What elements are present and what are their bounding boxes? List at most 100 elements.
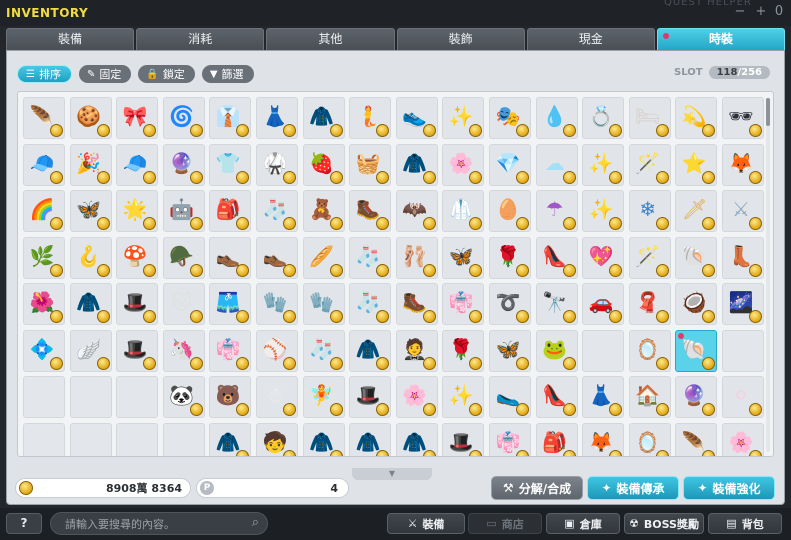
inventory-item-slot[interactable]: 🦊 bbox=[721, 143, 764, 186]
equipment-inherit-button[interactable]: ✦ 裝備傳承 bbox=[587, 476, 679, 500]
inventory-item-slot[interactable]: ✨ bbox=[582, 190, 625, 232]
inventory-item-slot[interactable]: 🍓 bbox=[302, 143, 345, 186]
inventory-item-slot[interactable]: ⭐ bbox=[675, 143, 718, 186]
inventory-item-slot[interactable]: 🧦 bbox=[349, 236, 392, 279]
inventory-item-slot[interactable]: 🪞 bbox=[628, 422, 671, 456]
tab-consume[interactable]: 消耗 bbox=[136, 28, 265, 50]
inventory-item-slot[interactable]: 🧦 bbox=[349, 283, 392, 325]
inventory-item-slot[interactable]: 🧥 bbox=[349, 329, 392, 372]
inventory-item-slot[interactable]: 👢 bbox=[721, 236, 764, 279]
inventory-item-slot[interactable]: 🧥 bbox=[302, 97, 345, 139]
inventory-item-slot[interactable]: 🦋 bbox=[488, 329, 531, 372]
inventory-item-slot[interactable]: ☃ bbox=[255, 376, 298, 418]
grid-scrollbar[interactable] bbox=[766, 98, 770, 452]
inventory-item-slot[interactable]: 🏠 bbox=[628, 376, 671, 418]
inventory-item-slot[interactable]: 👞 bbox=[255, 236, 298, 279]
inventory-item-slot[interactable]: 🛏 bbox=[628, 97, 671, 139]
inventory-item-slot[interactable]: 🎩 bbox=[116, 329, 159, 372]
bag-button[interactable]: ▤ 背包 bbox=[708, 513, 782, 534]
inventory-item-slot[interactable]: 🍪 bbox=[69, 97, 112, 139]
inventory-item-slot[interactable]: 🧺 bbox=[349, 143, 392, 186]
tab-fashion[interactable]: 時裝 bbox=[656, 28, 786, 50]
inventory-item-slot[interactable]: 💍 bbox=[582, 97, 625, 139]
inventory-item-slot[interactable]: 👘 bbox=[442, 283, 485, 325]
inventory-item-slot[interactable]: ⚪ bbox=[721, 376, 764, 418]
inventory-item-slot[interactable]: 🐚 bbox=[675, 236, 718, 279]
inventory-item-slot[interactable]: 🧥 bbox=[395, 143, 438, 186]
inventory-item-slot[interactable]: 🦄 bbox=[162, 329, 205, 372]
inventory-item-slot[interactable]: 💠 bbox=[23, 329, 65, 372]
inventory-item-slot[interactable]: 💎 bbox=[488, 143, 531, 186]
inventory-item-slot[interactable]: 🪄 bbox=[628, 143, 671, 186]
inventory-item-slot[interactable]: 🌹 bbox=[488, 236, 531, 279]
inventory-item-slot[interactable]: 🦋 bbox=[442, 236, 485, 279]
inventory-item-slot[interactable]: 🪽 bbox=[69, 329, 112, 372]
inventory-item-slot[interactable]: 👗 bbox=[255, 97, 298, 139]
inventory-item-slot[interactable]: 🌟 bbox=[116, 190, 159, 232]
inventory-item-slot[interactable]: 🥾 bbox=[349, 190, 392, 232]
pin-button[interactable]: ✎ 固定 bbox=[78, 65, 132, 83]
inventory-item-slot[interactable]: 🤖 bbox=[162, 190, 205, 232]
empty-item-slot[interactable] bbox=[23, 422, 65, 456]
shop-button[interactable]: ▭ 商店 bbox=[468, 513, 542, 534]
inventory-item-slot[interactable]: 🩰 bbox=[395, 236, 438, 279]
tab-equip[interactable]: 裝備 bbox=[6, 28, 135, 50]
inventory-item-slot[interactable]: 🐸 bbox=[535, 329, 578, 372]
inventory-item-slot[interactable]: 🧢 bbox=[23, 143, 65, 186]
inventory-item-slot[interactable]: 🐻 bbox=[209, 376, 252, 418]
inventory-item-slot[interactable]: 👟 bbox=[395, 97, 438, 139]
search-input[interactable] bbox=[65, 515, 240, 533]
inventory-item-slot[interactable]: ⚾ bbox=[255, 329, 298, 372]
empty-item-slot[interactable] bbox=[116, 376, 159, 418]
inventory-item-slot[interactable]: 🎩 bbox=[349, 376, 392, 418]
inventory-item-slot[interactable]: 🪞 bbox=[628, 329, 671, 372]
inventory-item-slot[interactable]: 🐱 bbox=[162, 283, 205, 325]
inventory-item-slot[interactable]: 🧒 bbox=[255, 422, 298, 456]
inventory-item-slot[interactable]: 🪶 bbox=[675, 422, 718, 456]
inventory-item-slot[interactable]: 🧥 bbox=[302, 422, 345, 456]
inventory-item-slot[interactable]: 🧤 bbox=[302, 283, 345, 325]
inventory-item-slot[interactable]: 🦇 bbox=[395, 190, 438, 232]
inventory-item-slot[interactable]: 🧸 bbox=[302, 190, 345, 232]
tab-decoration[interactable]: 裝飾 bbox=[396, 28, 525, 50]
inventory-item-slot[interactable]: ✨ bbox=[442, 376, 485, 418]
inventory-item-slot[interactable]: 🐚 bbox=[675, 329, 718, 372]
inventory-item-slot[interactable]: 🔭 bbox=[535, 283, 578, 325]
inventory-item-slot[interactable]: 🌌 bbox=[721, 283, 764, 325]
inventory-item-slot[interactable]: 👘 bbox=[209, 329, 252, 372]
inventory-item-slot[interactable]: 🥚 bbox=[488, 190, 531, 232]
sort-button[interactable]: ☰ 排序 bbox=[17, 65, 72, 83]
inventory-item-slot[interactable]: 🧦 bbox=[255, 190, 298, 232]
inventory-item-slot[interactable]: 💫 bbox=[675, 97, 718, 139]
inventory-item-slot[interactable]: 🪄 bbox=[628, 236, 671, 279]
scroll-thumb[interactable] bbox=[766, 98, 770, 126]
inventory-item-slot[interactable]: 🔮 bbox=[162, 143, 205, 186]
tab-cash[interactable]: 現金 bbox=[526, 28, 655, 50]
inventory-item-slot[interactable]: 🐼 bbox=[162, 376, 205, 418]
empty-item-slot[interactable] bbox=[69, 422, 112, 456]
inventory-item-slot[interactable]: 🧥 bbox=[349, 422, 392, 456]
inventory-item-slot[interactable]: 👠 bbox=[535, 376, 578, 418]
inventory-item-slot[interactable]: 🌸 bbox=[442, 143, 485, 186]
empty-item-slot[interactable] bbox=[23, 376, 65, 418]
inventory-item-slot[interactable]: 🌸 bbox=[721, 422, 764, 456]
inventory-item-slot[interactable]: 👞 bbox=[209, 236, 252, 279]
inventory-item-slot[interactable]: ✨ bbox=[582, 143, 625, 186]
empty-item-slot[interactable] bbox=[582, 329, 625, 372]
inventory-item-slot[interactable]: 🕶 bbox=[721, 97, 764, 139]
inventory-item-slot[interactable]: 🪝 bbox=[69, 236, 112, 279]
filter-button[interactable]: ▼ 篩選 bbox=[201, 65, 254, 83]
inventory-item-slot[interactable]: 🎉 bbox=[69, 143, 112, 186]
help-button[interactable]: ? bbox=[6, 513, 42, 534]
disassemble-synthesize-button[interactable]: ⚒ 分解/合成 bbox=[491, 476, 583, 500]
inventory-item-slot[interactable]: 🧥 bbox=[395, 422, 438, 456]
inventory-item-slot[interactable]: ✨ bbox=[442, 97, 485, 139]
inventory-item-slot[interactable]: ❄ bbox=[628, 190, 671, 232]
inventory-item-slot[interactable]: 🥖 bbox=[302, 236, 345, 279]
inventory-item-slot[interactable]: 🌿 bbox=[23, 236, 65, 279]
inventory-item-slot[interactable]: 🥿 bbox=[488, 376, 531, 418]
inventory-item-slot[interactable]: ➰ bbox=[488, 283, 531, 325]
inventory-item-slot[interactable]: 🎩 bbox=[116, 283, 159, 325]
empty-item-slot[interactable] bbox=[69, 376, 112, 418]
empty-item-slot[interactable] bbox=[162, 422, 205, 456]
